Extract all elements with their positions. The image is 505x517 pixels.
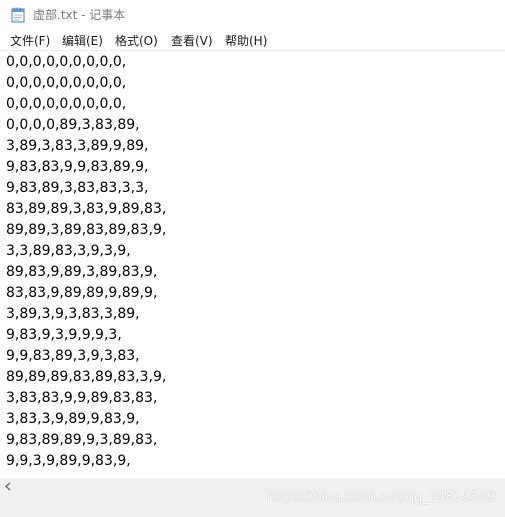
menu-bar: 文件(F) 编辑(E) 格式(O) 查看(V) 帮助(H) [0, 31, 505, 51]
text-line[interactable]: 89,89,89,83,89,83,3,9, [6, 367, 166, 388]
text-line[interactable]: 83,89,89,3,83,9,89,83, [6, 199, 166, 220]
text-line[interactable]: 3,3,89,83,3,9,3,9, [6, 241, 166, 262]
text-line[interactable]: 9,9,3,9,89,9,83,9, [6, 451, 166, 472]
chevron-left-icon[interactable] [4, 480, 14, 493]
text-line[interactable]: 0,0,0,0,0,0,0,0,0, [6, 73, 166, 94]
menu-help[interactable]: 帮助(H) [225, 33, 267, 49]
text-line[interactable]: 9,83,89,3,83,83,3,3, [6, 178, 166, 199]
document-text[interactable]: 0,0,0,0,0,0,0,0,0, 0,0,0,0,0,0,0,0,0, 0,0,… [6, 52, 166, 472]
text-line[interactable]: 89,89,3,89,83,89,83,9, [6, 220, 166, 241]
menu-format[interactable]: 格式(O) [115, 33, 158, 49]
text-line[interactable]: 9,83,89,89,9,3,89,83, [6, 430, 166, 451]
text-line[interactable]: 9,83,83,9,9,83,89,9, [6, 157, 166, 178]
menu-view[interactable]: 查看(V) [171, 33, 213, 49]
text-line[interactable]: 0,0,0,0,0,0,0,0,0, [6, 52, 166, 73]
text-line[interactable]: 83,83,9,89,89,9,89,9, [6, 283, 166, 304]
text-editor-area[interactable]: 0,0,0,0,0,0,0,0,0, 0,0,0,0,0,0,0,0,0, 0,0,… [0, 51, 505, 478]
text-line[interactable]: 3,89,3,9,3,83,3,89, [6, 304, 166, 325]
menu-file[interactable]: 文件(F) [10, 33, 50, 49]
text-line[interactable]: 3,83,3,9,89,9,83,9, [6, 409, 166, 430]
text-line[interactable]: 9,83,9,3,9,9,9,3, [6, 325, 166, 346]
text-line[interactable]: 3,89,3,83,3,89,9,89, [6, 136, 166, 157]
text-line[interactable]: 0,0,0,0,0,0,0,0,0, [6, 94, 166, 115]
watermark: https://blog.csdn.net/qq_24819549 [266, 490, 495, 505]
menu-edit[interactable]: 编辑(E) [62, 33, 103, 49]
notepad-icon [11, 7, 25, 23]
text-line[interactable]: 9,9,83,89,3,9,3,83, [6, 346, 166, 367]
text-line[interactable]: 0,0,0,0,89,3,83,89, [6, 115, 166, 136]
text-line[interactable]: 89,83,9,89,3,89,83,9, [6, 262, 166, 283]
title-bar[interactable]: 虚部.txt - 记事本 [0, 0, 505, 31]
window-title: 虚部.txt - 记事本 [33, 8, 126, 22]
text-line[interactable]: 3,83,83,9,9,89,83,83, [6, 388, 166, 409]
